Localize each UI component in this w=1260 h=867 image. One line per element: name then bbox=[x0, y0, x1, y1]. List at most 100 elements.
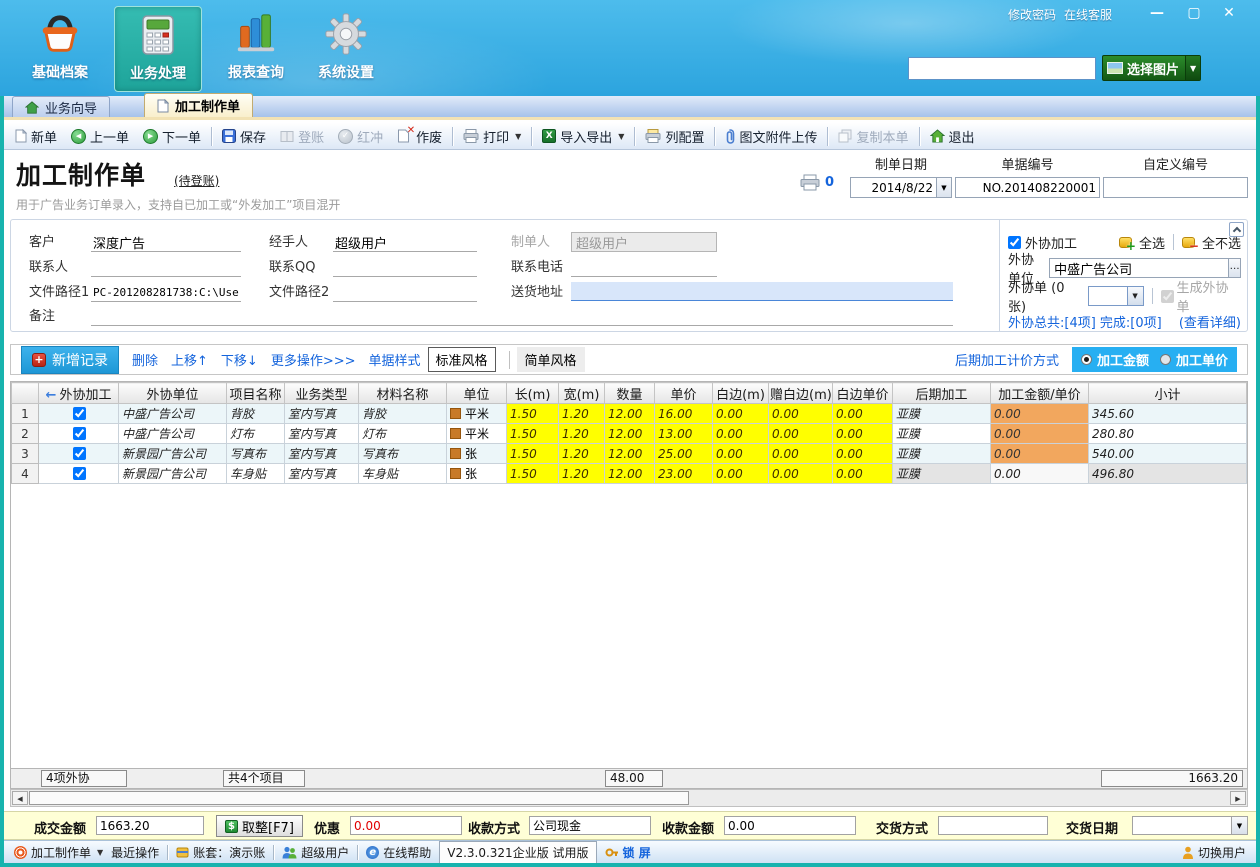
qq-input[interactable] bbox=[333, 258, 477, 277]
scroll-left-button[interactable]: ◀ bbox=[12, 791, 28, 805]
tab-processing-order[interactable]: 加工制作单 bbox=[144, 93, 253, 117]
date-dropdown-arrow[interactable]: ▼ bbox=[936, 178, 951, 197]
col-length[interactable]: 长(m) bbox=[507, 383, 559, 404]
import-export-dropdown-arrow[interactable]: ▼ bbox=[618, 132, 624, 141]
print-button[interactable]: 打印▼ bbox=[456, 125, 528, 148]
col-material-name[interactable]: 材料名称 bbox=[359, 383, 447, 404]
maximize-button[interactable]: ▢ bbox=[1183, 4, 1205, 22]
online-help-button[interactable]: e在线帮助 bbox=[366, 844, 431, 861]
next-order-button[interactable]: ▶下一单 bbox=[136, 125, 208, 148]
col-margin[interactable]: 白边(m) bbox=[713, 383, 769, 404]
standard-style-button[interactable]: 标准风格 bbox=[428, 347, 496, 372]
doc-type-menu[interactable]: 加工制作单▼ bbox=[14, 844, 103, 861]
col-unit-price[interactable]: 单价 bbox=[655, 383, 713, 404]
received-amount-input[interactable] bbox=[724, 816, 856, 835]
lock-screen-button[interactable]: 锁 屏 bbox=[605, 844, 651, 861]
col-unit[interactable]: 单位 bbox=[447, 383, 507, 404]
nav-basic-archives[interactable]: 基础档案 bbox=[16, 6, 104, 92]
delete-row-link[interactable]: 删除 bbox=[132, 350, 158, 369]
recent-actions-button[interactable]: 最近操作 bbox=[111, 844, 159, 861]
outsource-sheet-select[interactable]: ▼ bbox=[1088, 286, 1144, 306]
print-dropdown-arrow[interactable]: ▼ bbox=[515, 132, 521, 141]
col-width[interactable]: 宽(m) bbox=[559, 383, 605, 404]
change-password-link[interactable]: 修改密码 bbox=[1008, 6, 1056, 23]
delivery-date-select[interactable]: ▼ bbox=[1132, 816, 1248, 835]
calculator-icon bbox=[115, 7, 201, 63]
col-project-name[interactable]: 项目名称 bbox=[227, 383, 285, 404]
close-button[interactable]: ✕ bbox=[1218, 4, 1240, 22]
row-outsource-checkbox[interactable] bbox=[73, 407, 86, 420]
outsource-checkbox[interactable] bbox=[1008, 236, 1021, 249]
delivery-address-input[interactable] bbox=[571, 282, 953, 301]
prev-order-button[interactable]: ◀上一单 bbox=[64, 125, 136, 148]
col-margin-price[interactable]: 白边单价 bbox=[833, 383, 893, 404]
column-config-button[interactable]: 列配置 bbox=[638, 125, 711, 148]
contact-input[interactable] bbox=[91, 258, 241, 277]
customer-input[interactable] bbox=[91, 233, 241, 252]
radio-processing-unit-price[interactable] bbox=[1160, 354, 1171, 365]
image-icon bbox=[1107, 62, 1123, 74]
radio-processing-amount[interactable] bbox=[1081, 354, 1092, 365]
online-service-link[interactable]: 在线客服 bbox=[1064, 6, 1112, 23]
dollar-icon: $ bbox=[225, 820, 238, 833]
pending-post-status[interactable]: (待登账) bbox=[174, 172, 219, 189]
note-input[interactable] bbox=[91, 307, 953, 326]
col-gift-margin[interactable]: 赠白边(m) bbox=[769, 383, 833, 404]
select-none-icon bbox=[1182, 237, 1195, 248]
outsource-unit-input[interactable] bbox=[1049, 258, 1229, 278]
new-order-button[interactable]: 新单 bbox=[8, 125, 64, 148]
round-button[interactable]: $取整[F7] bbox=[216, 815, 303, 837]
col-post-processing[interactable]: 后期加工 bbox=[893, 383, 991, 404]
agent-input[interactable] bbox=[333, 233, 477, 252]
image-path-input[interactable] bbox=[908, 57, 1096, 80]
more-actions-link[interactable]: 更多操作>>> bbox=[271, 350, 356, 369]
minimize-button[interactable]: — bbox=[1146, 4, 1168, 22]
void-button[interactable]: ✕作废 bbox=[390, 125, 449, 148]
move-down-link[interactable]: 下移↓ bbox=[221, 350, 258, 369]
outsource-unit-picker-button[interactable]: … bbox=[1229, 258, 1241, 278]
switch-user-button[interactable]: 切换用户 bbox=[1182, 844, 1246, 861]
pick-image-button[interactable]: 选择图片 ▼ bbox=[1102, 55, 1201, 81]
make-date-value[interactable]: 2014/8/22 bbox=[851, 181, 936, 195]
nav-report-query[interactable]: 报表查询 bbox=[212, 6, 300, 92]
select-all-link[interactable]: 全选 bbox=[1119, 233, 1165, 252]
pick-image-dropdown[interactable]: ▼ bbox=[1185, 56, 1200, 80]
scroll-right-button[interactable]: ▶ bbox=[1230, 791, 1246, 805]
import-export-button[interactable]: X导入导出▼ bbox=[535, 125, 631, 148]
row-outsource-checkbox[interactable] bbox=[73, 427, 86, 440]
col-business-type[interactable]: 业务类型 bbox=[285, 383, 359, 404]
discount-input[interactable] bbox=[350, 816, 462, 835]
col-processing-fee[interactable]: 加工金额/单价 bbox=[991, 383, 1089, 404]
col-outsource[interactable]: ←外协加工 bbox=[39, 383, 119, 404]
col-quantity[interactable]: 数量 bbox=[605, 383, 655, 404]
window-frame bbox=[0, 863, 1260, 867]
scrollbar-thumb[interactable] bbox=[29, 791, 689, 805]
current-user-button[interactable]: 超级用户 bbox=[282, 844, 349, 861]
nav-system-settings[interactable]: 系统设置 bbox=[302, 6, 390, 92]
file-path1-input[interactable] bbox=[91, 283, 241, 302]
view-detail-link[interactable]: (查看详细) bbox=[1179, 312, 1241, 331]
pay-method-input[interactable] bbox=[529, 816, 651, 835]
deal-amount-input[interactable] bbox=[96, 816, 204, 835]
save-button[interactable]: 保存 bbox=[215, 125, 273, 148]
table-row: 1 中盛广告公司 背胶 室内写真 背胶 平米 1.50 1.20 12.00 1… bbox=[12, 404, 1247, 424]
phone-input[interactable] bbox=[571, 258, 717, 277]
nav-business-processing[interactable]: 业务处理 bbox=[114, 6, 202, 92]
move-up-link[interactable]: 上移↑ bbox=[171, 350, 208, 369]
exit-button[interactable]: 退出 bbox=[923, 125, 982, 148]
row-outsource-checkbox[interactable] bbox=[73, 467, 86, 480]
add-record-button[interactable]: +新增记录 bbox=[21, 346, 119, 374]
col-outsource-unit[interactable]: 外协单位 bbox=[119, 383, 227, 404]
col-subtotal[interactable]: 小计 bbox=[1089, 383, 1247, 404]
order-info-panel: 客户 经手人 制单人 联系人 联系QQ 联系电话 文件路径1 文件路径2 送货地… bbox=[10, 219, 1248, 332]
row-outsource-checkbox[interactable] bbox=[73, 447, 86, 460]
horizontal-scrollbar[interactable]: ◀ ▶ bbox=[10, 789, 1248, 807]
delivery-method-input[interactable] bbox=[938, 816, 1048, 835]
tab-business-wizard[interactable]: 业务向导 bbox=[12, 96, 110, 117]
account-set-button[interactable]: 账套：演示账 bbox=[176, 844, 265, 861]
attachment-upload-button[interactable]: 图文附件上传 bbox=[718, 125, 824, 148]
simple-style-button[interactable]: 简单风格 bbox=[517, 347, 585, 372]
file-path2-input[interactable] bbox=[333, 283, 477, 302]
page-subtitle: 用于广告业务订单录入，支持自已加工或“外发加工”项目混开 bbox=[16, 196, 340, 213]
select-none-link[interactable]: 全不选 bbox=[1182, 233, 1241, 252]
